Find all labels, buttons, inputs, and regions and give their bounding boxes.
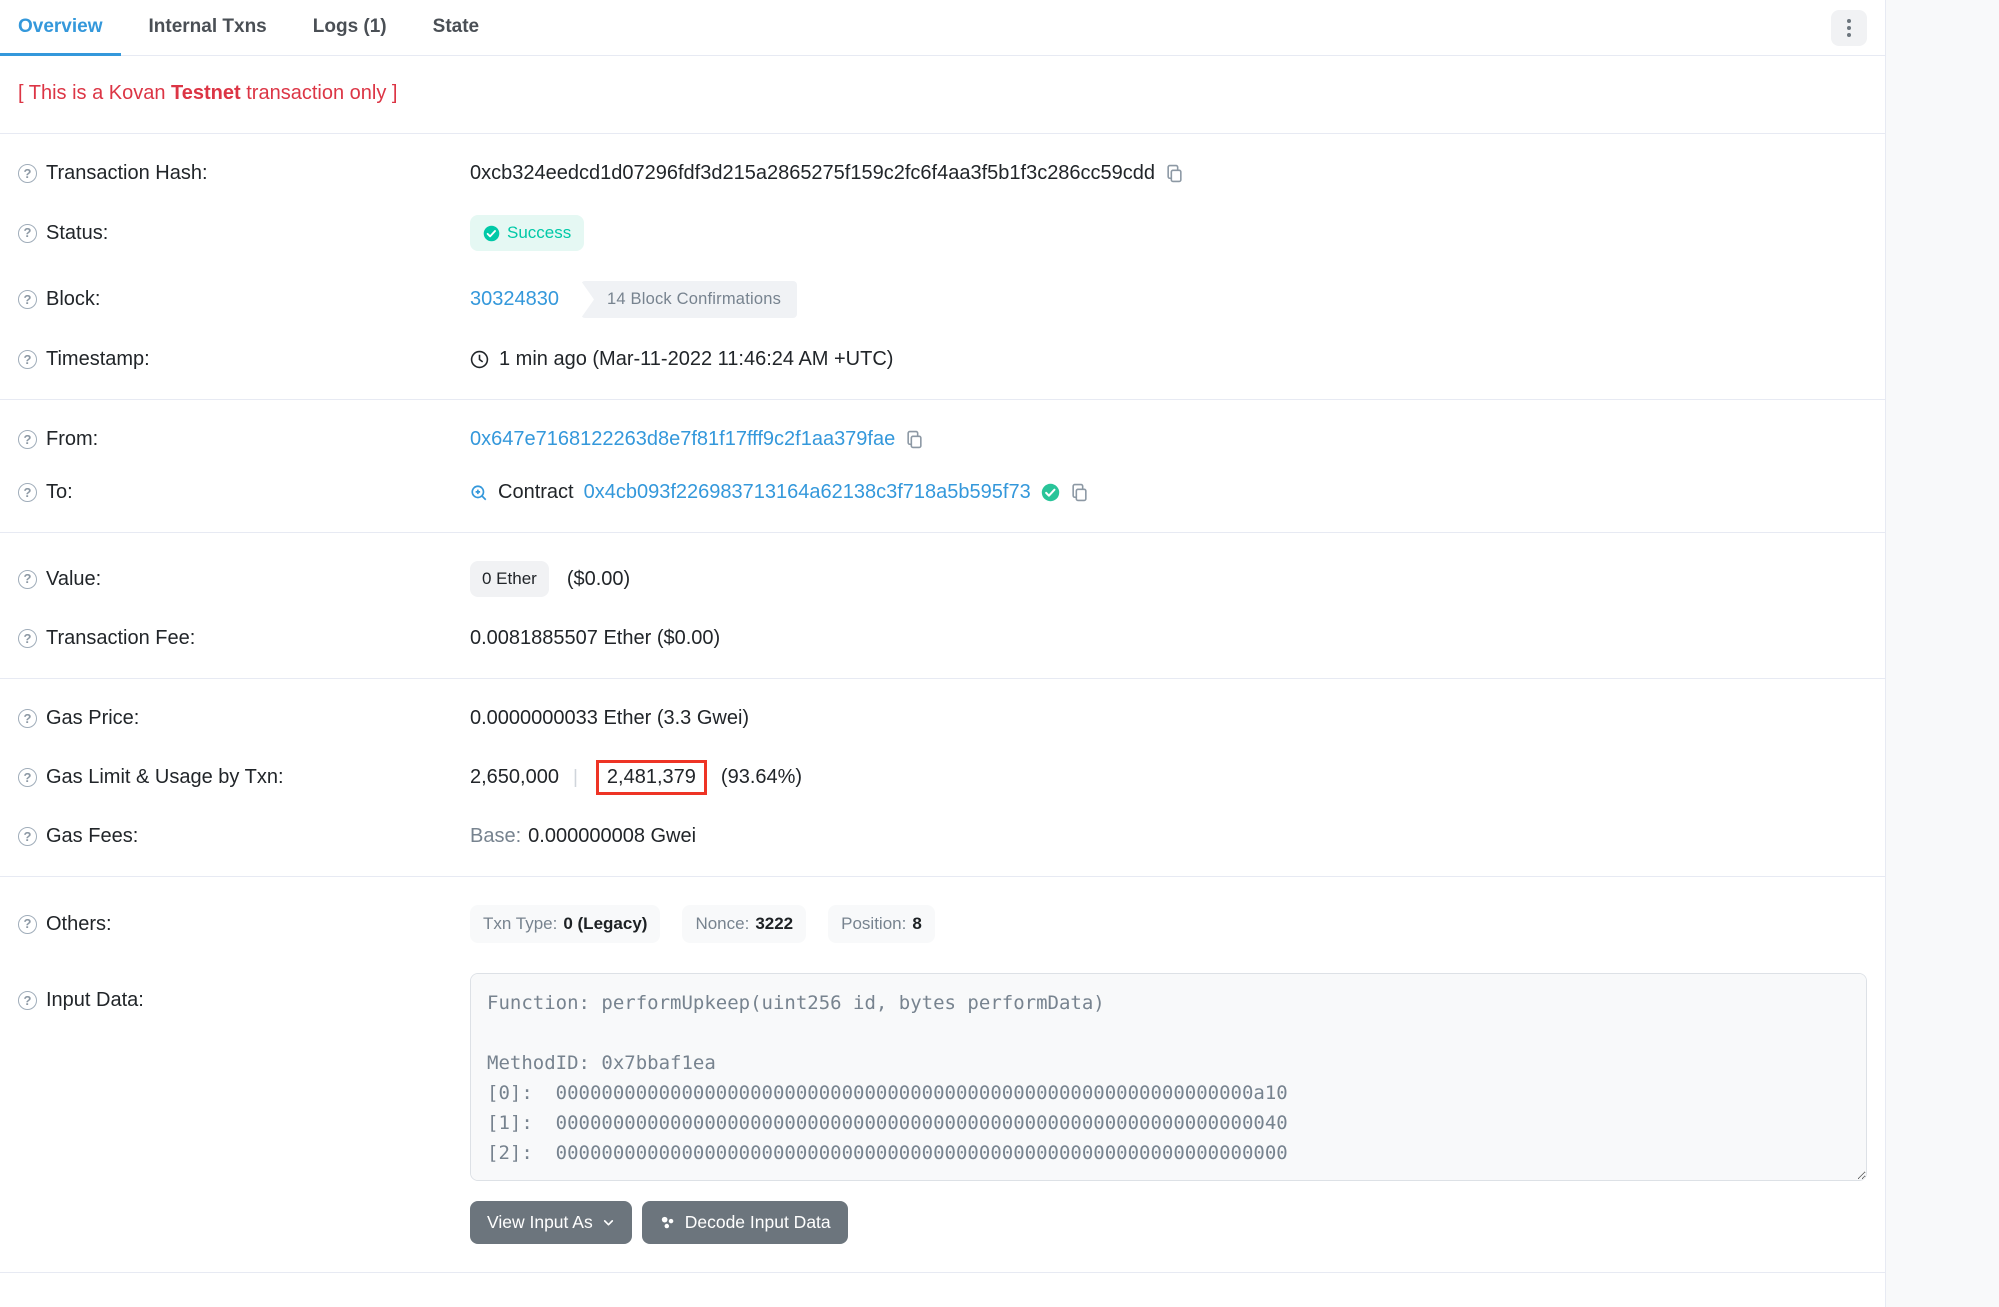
row-input-data: ? Input Data: Function: performUpkeep(ui… xyxy=(18,958,1867,1259)
nonce-badge: Nonce: 3222 xyxy=(682,905,806,943)
copy-from-button[interactable] xyxy=(905,430,924,449)
help-icon: ? xyxy=(18,768,37,787)
verified-check-icon xyxy=(1041,483,1060,502)
txn-type-badge: Txn Type: 0 (Legacy) xyxy=(470,905,660,943)
row-gas-fees: ? Gas Fees: Base: 0.000000008 Gwei xyxy=(18,810,1867,863)
kebab-icon xyxy=(1847,19,1851,37)
bottom-spacer xyxy=(0,1273,1885,1301)
copy-to-button[interactable] xyxy=(1070,483,1089,502)
value-label: ? Value: xyxy=(18,568,470,591)
testnet-notice: [ This is a Kovan Testnet transaction on… xyxy=(0,56,1885,134)
timestamp-value: 1 min ago (Mar-11-2022 11:46:24 AM +UTC) xyxy=(499,348,893,371)
ether-value-badge: 0 Ether xyxy=(470,561,549,597)
help-icon: ? xyxy=(18,164,37,183)
status-badge: Success xyxy=(470,215,584,251)
separator: | xyxy=(569,767,582,789)
row-value: ? Value: 0 Ether ($0.00) xyxy=(18,546,1867,612)
help-icon: ? xyxy=(18,483,37,502)
transaction-detail-card: Overview Internal Txns Logs (1) State [ … xyxy=(0,0,1886,1307)
help-icon: ? xyxy=(18,570,37,589)
section-summary: ? Transaction Hash: 0xcb324eedcd1d07296f… xyxy=(0,134,1885,400)
gas-used-value: 2,481,379 xyxy=(607,766,696,788)
notice-text-bold: Testnet xyxy=(171,82,241,104)
gas-used-percent: (93.64%) xyxy=(721,766,802,789)
gas-price-value: 0.0000000033 Ether (3.3 Gwei) xyxy=(470,707,749,730)
block-number-link[interactable]: 30324830 xyxy=(470,288,559,311)
zoom-in-icon xyxy=(470,484,488,502)
input-data-label: ? Input Data: xyxy=(18,973,470,1012)
transaction-fee-label: ? Transaction Fee: xyxy=(18,627,470,650)
decode-input-data-button[interactable]: Decode Input Data xyxy=(642,1201,848,1244)
from-label: ? From: xyxy=(18,428,470,451)
section-value: ? Value: 0 Ether ($0.00) ? Transaction F… xyxy=(0,533,1885,679)
section-addresses: ? From: 0x647e7168122263d8e7f81f17fff9c2… xyxy=(0,400,1885,533)
others-label: ? Others: xyxy=(18,913,470,936)
check-circle-icon xyxy=(483,225,500,242)
row-block: ? Block: 30324830 14 Block Confirmations xyxy=(18,266,1867,333)
transaction-hash-value: 0xcb324eedcd1d07296fdf3d215a2865275f159c… xyxy=(470,162,1155,185)
help-icon: ? xyxy=(18,430,37,449)
section-others: ? Others: Txn Type: 0 (Legacy) Nonce: 32… xyxy=(0,877,1885,1273)
transaction-hash-label: ? Transaction Hash: xyxy=(18,162,470,185)
view-input-as-button[interactable]: View Input As xyxy=(470,1201,632,1244)
row-to: ? To: Contract 0x4cb093f226983713164a621… xyxy=(18,466,1867,519)
gas-fees-label: ? Gas Fees: xyxy=(18,825,470,848)
row-gas-price: ? Gas Price: 0.0000000033 Ether (3.3 Gwe… xyxy=(18,692,1867,745)
help-icon: ? xyxy=(18,629,37,648)
block-confirmations-badge: 14 Block Confirmations xyxy=(581,281,797,318)
position-badge: Position: 8 xyxy=(828,905,935,943)
to-label: ? To: xyxy=(18,481,470,504)
copy-hash-button[interactable] xyxy=(1165,164,1184,183)
help-icon: ? xyxy=(18,709,37,728)
input-data-textarea[interactable]: Function: performUpkeep(uint256 id, byte… xyxy=(470,973,1867,1181)
more-options-button[interactable] xyxy=(1831,10,1867,46)
help-icon: ? xyxy=(18,827,37,846)
row-timestamp: ? Timestamp: 1 min ago (Mar-11-2022 11:4… xyxy=(18,333,1867,386)
from-address-link[interactable]: 0x647e7168122263d8e7f81f17fff9c2f1aa379f… xyxy=(470,428,895,451)
help-icon: ? xyxy=(18,350,37,369)
row-others: ? Others: Txn Type: 0 (Legacy) Nonce: 32… xyxy=(18,890,1867,958)
tab-state[interactable]: State xyxy=(415,0,497,56)
section-gas: ? Gas Price: 0.0000000033 Ether (3.3 Gwe… xyxy=(0,679,1885,877)
row-transaction-fee: ? Transaction Fee: 0.0081885507 Ether ($… xyxy=(18,612,1867,665)
tab-internal-txns[interactable]: Internal Txns xyxy=(131,0,285,56)
tab-bar: Overview Internal Txns Logs (1) State xyxy=(0,0,1885,56)
notice-text-pre: [ This is a Kovan xyxy=(18,82,171,104)
help-icon: ? xyxy=(18,224,37,243)
help-icon: ? xyxy=(18,290,37,309)
annotation-highlight-box: 2,481,379 xyxy=(596,760,707,795)
block-label: ? Block: xyxy=(18,288,470,311)
clock-icon xyxy=(470,350,489,369)
timestamp-label: ? Timestamp: xyxy=(18,348,470,371)
base-fee-value: 0.000000008 Gwei xyxy=(528,825,696,848)
tab-logs[interactable]: Logs (1) xyxy=(295,0,405,56)
copy-icon xyxy=(1165,164,1184,183)
copy-icon xyxy=(905,430,924,449)
to-address-link[interactable]: 0x4cb093f226983713164a62138c3f718a5b595f… xyxy=(584,481,1031,504)
status-label: ? Status: xyxy=(18,222,470,245)
gas-price-label: ? Gas Price: xyxy=(18,707,470,730)
chevron-down-icon xyxy=(602,1216,615,1229)
notice-text-post: transaction only ] xyxy=(241,82,398,104)
row-from: ? From: 0x647e7168122263d8e7f81f17fff9c2… xyxy=(18,413,1867,466)
to-contract-prefix: Contract xyxy=(498,481,574,504)
transaction-fee-value: 0.0081885507 Ether ($0.00) xyxy=(470,627,720,650)
tab-overview[interactable]: Overview xyxy=(0,0,121,56)
gas-limit-value: 2,650,000 xyxy=(470,766,559,789)
help-icon: ? xyxy=(18,915,37,934)
row-transaction-hash: ? Transaction Hash: 0xcb324eedcd1d07296f… xyxy=(18,147,1867,200)
row-gas-limit-usage: ? Gas Limit & Usage by Txn: 2,650,000 | … xyxy=(18,745,1867,810)
decode-icon xyxy=(659,1214,676,1231)
base-fee-label: Base: xyxy=(470,825,521,848)
row-status: ? Status: Success xyxy=(18,200,1867,266)
gas-limit-label: ? Gas Limit & Usage by Txn: xyxy=(18,766,470,789)
usd-value: ($0.00) xyxy=(567,568,630,591)
copy-icon xyxy=(1070,483,1089,502)
help-icon: ? xyxy=(18,991,37,1010)
